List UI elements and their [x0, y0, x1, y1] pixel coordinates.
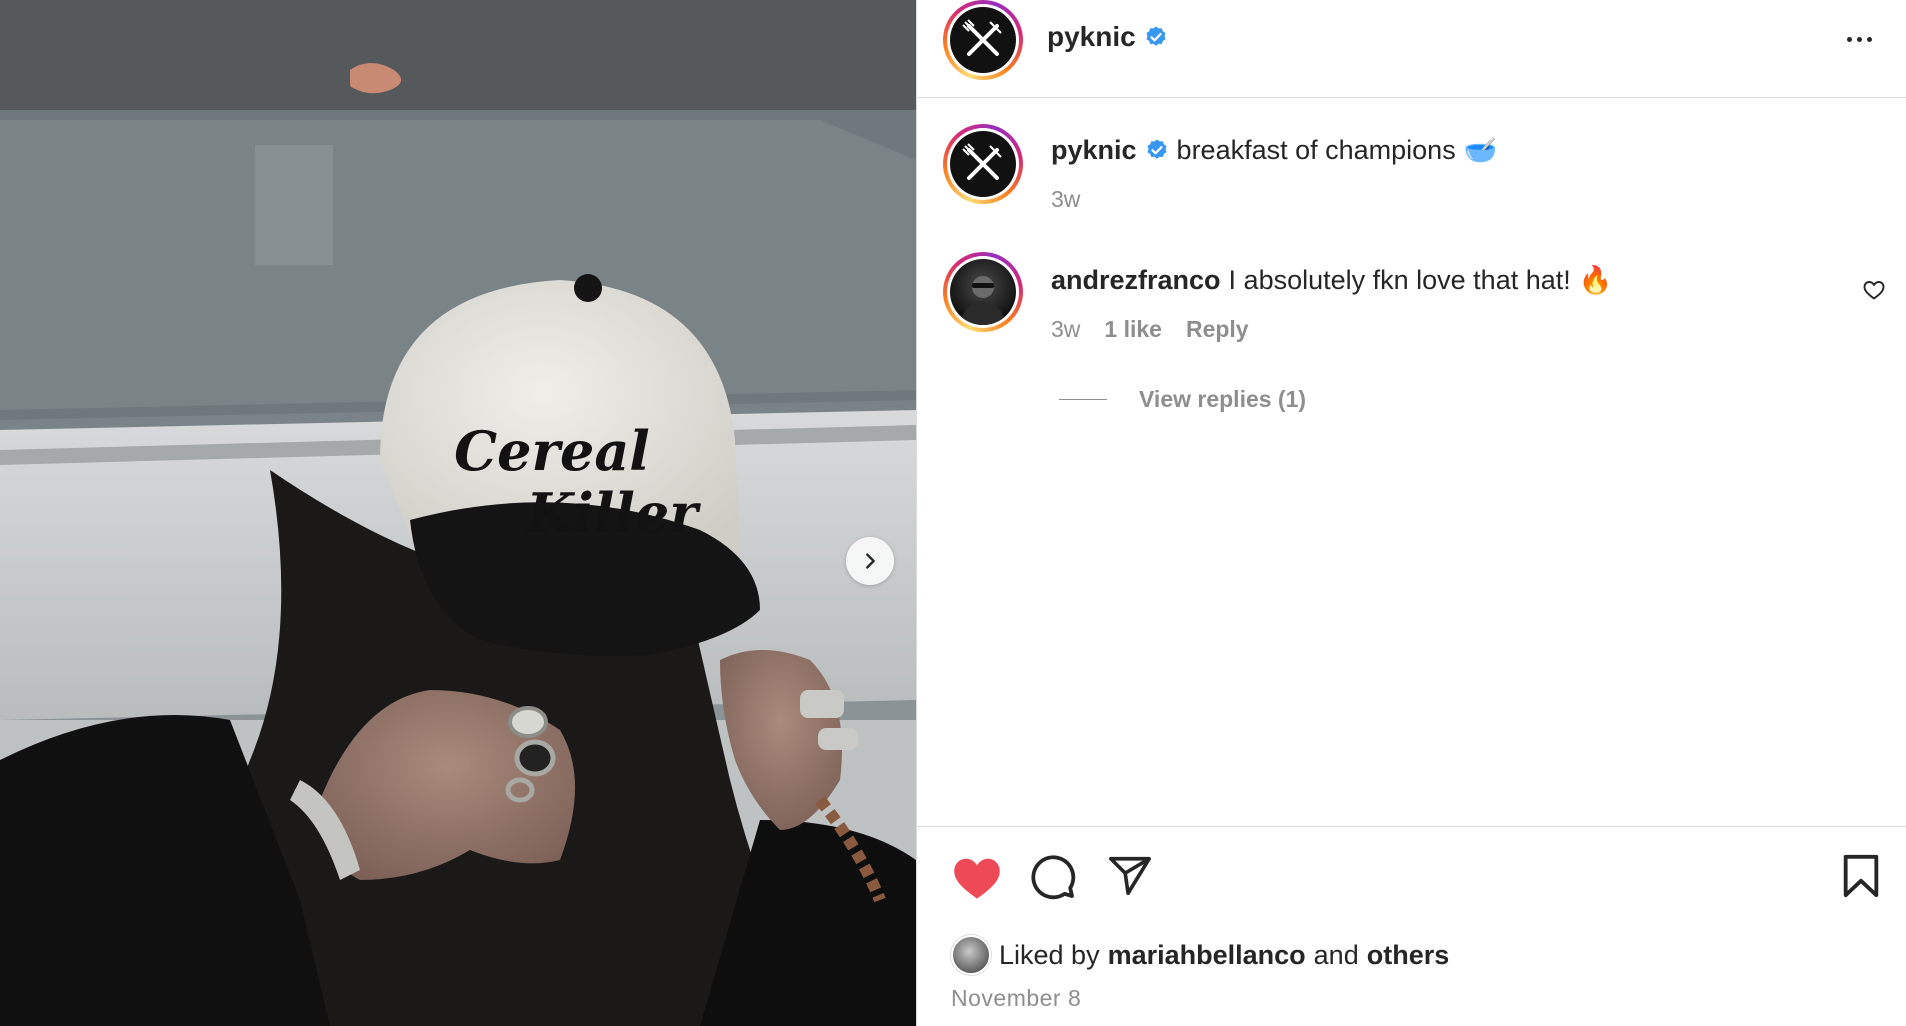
next-image-button[interactable] — [846, 537, 894, 585]
verified-badge-icon — [1146, 26, 1166, 46]
more-horizontal-icon — [1846, 36, 1852, 42]
caption-line: pyknic breakfast of champions 🥣 — [1051, 134, 1497, 166]
verified-badge-icon — [1147, 139, 1167, 159]
view-replies-label: View replies (1) — [1139, 386, 1307, 412]
share-icon — [1109, 856, 1151, 896]
fork-knife-logo-icon — [962, 19, 1002, 56]
chevron-right-icon — [866, 553, 875, 569]
comment-item: andrezfranco I absolutely fkn love that … — [917, 252, 1906, 422]
liked-by-row: Liked by mariahbellanco and others — [951, 935, 1449, 975]
post-actions: Liked by mariahbellanco and others Novem… — [917, 826, 1906, 1026]
comment-timestamp[interactable]: 3w — [1051, 316, 1080, 343]
caption-avatar[interactable] — [943, 124, 1023, 204]
author-avatar[interactable] — [943, 0, 1023, 80]
commenter-username[interactable]: andrezfranco — [1051, 265, 1221, 296]
fire-emoji: 🔥 — [1578, 265, 1613, 295]
replies-divider-line — [1059, 399, 1107, 400]
person-silhouette-icon — [960, 276, 1006, 325]
heart-filled-icon — [954, 858, 1000, 899]
author-username-row: pyknic — [1047, 20, 1168, 54]
commenter-avatar[interactable] — [943, 252, 1023, 332]
like-button[interactable] — [951, 853, 1003, 906]
comment-button[interactable] — [1029, 853, 1077, 906]
post-image[interactable]: Cereal Killer — [0, 0, 916, 1026]
post-details-panel: pyknic pyknic breakfast of champions 🥣 3… — [916, 0, 1906, 1026]
comment-line: andrezfranco I absolutely fkn love that … — [1051, 264, 1612, 296]
author-username[interactable]: pyknic — [1047, 21, 1136, 53]
liked-by-conjunction: and — [1313, 939, 1359, 970]
comment-likes-count[interactable]: 1 like — [1104, 316, 1162, 343]
more-dot — [1856, 36, 1862, 42]
reply-button[interactable]: Reply — [1186, 316, 1249, 343]
hat-text-line2: Killer — [524, 481, 701, 545]
liker-avatar[interactable] — [951, 935, 991, 975]
comment-icon — [1031, 855, 1076, 900]
hat-text-line1: Cereal — [454, 419, 650, 483]
save-button[interactable] — [1841, 853, 1881, 904]
more-dot — [1866, 36, 1872, 42]
bowl-emoji: 🥣 — [1463, 135, 1498, 165]
post-date[interactable]: November 8 — [951, 985, 1081, 1012]
view-replies-button[interactable]: View replies (1) — [1059, 386, 1306, 413]
liker-username[interactable]: mariahbellanco — [1108, 940, 1306, 971]
bookmark-icon — [1843, 854, 1879, 898]
comment-text: I absolutely fkn love that hat! — [1228, 264, 1571, 295]
liked-by-others-link[interactable]: others — [1367, 940, 1450, 971]
post-caption: pyknic breakfast of champions 🥣 3w — [917, 120, 1906, 220]
commenter-photo — [950, 259, 1016, 325]
caption-text: breakfast of champions — [1176, 134, 1456, 165]
liked-by-prefix: Liked by — [999, 939, 1100, 970]
comment-meta: 3w 1 like Reply — [1051, 316, 1249, 343]
caption-timestamp[interactable]: 3w — [1051, 186, 1080, 213]
fork-knife-logo-icon — [962, 143, 1002, 180]
post-header: pyknic — [917, 0, 1906, 98]
post-photo-illustration: Cereal Killer — [0, 0, 916, 1026]
more-options-button[interactable] — [1841, 24, 1877, 54]
share-button[interactable] — [1107, 853, 1153, 904]
caption-username[interactable]: pyknic — [1051, 135, 1137, 166]
like-comment-button[interactable] — [1862, 278, 1886, 307]
heart-outline-icon — [1863, 281, 1885, 300]
